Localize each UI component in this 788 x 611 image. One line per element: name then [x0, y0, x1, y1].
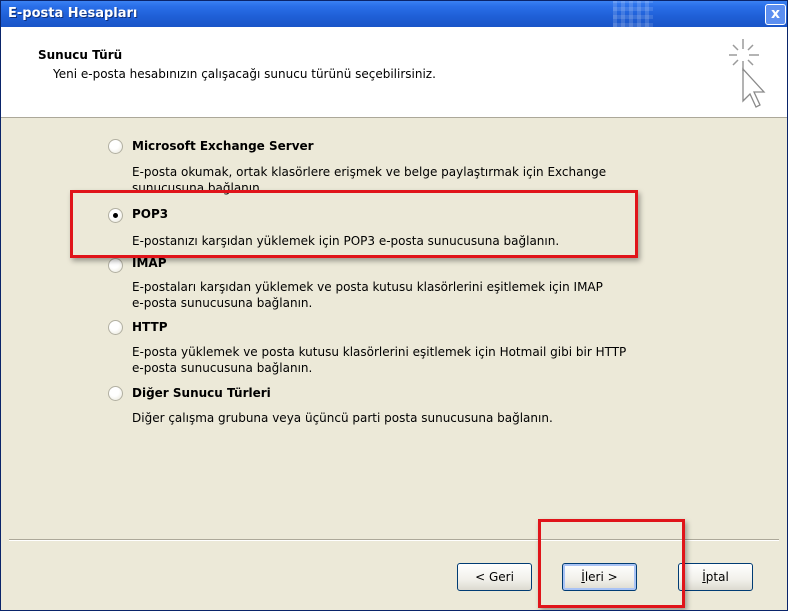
footer-divider — [9, 539, 779, 541]
wizard-cursor-icon — [729, 39, 766, 108]
wizard-header: Sunucu Türü Yeni e-posta hesabınızın çal… — [1, 27, 787, 118]
page-subtitle: Yeni e-posta hesabınızın çalışacağı sunu… — [53, 67, 436, 81]
option-label-imap[interactable]: IMAP — [132, 256, 167, 270]
option-desc-http: E-posta yüklemek ve posta kutusu klasörl… — [132, 344, 692, 376]
option-label-exchange[interactable]: Microsoft Exchange Server — [132, 139, 314, 153]
radio-imap[interactable] — [108, 258, 123, 273]
cancel-button[interactable]: İptal — [678, 563, 753, 591]
title-bar[interactable]: E-posta Hesapları x — [1, 1, 787, 27]
titlebar-decoration — [613, 1, 653, 27]
option-desc-line: Diğer çalışma grubuna veya üçüncü parti … — [132, 411, 553, 425]
page-title: Sunucu Türü — [38, 48, 123, 62]
option-desc-other: Diğer çalışma grubuna veya üçüncü parti … — [132, 410, 692, 426]
option-desc-line: e-posta sunucusuna bağlanın. — [132, 361, 313, 375]
radio-http[interactable] — [108, 320, 123, 335]
option-desc-exchange: E-posta okumak, ortak klasörlere erişmek… — [132, 164, 692, 196]
wizard-body: Microsoft Exchange Server E-posta okumak… — [1, 118, 787, 538]
radio-pop3[interactable] — [108, 208, 123, 223]
close-button[interactable]: x — [765, 4, 786, 25]
radio-exchange[interactable] — [108, 139, 123, 154]
option-label-other[interactable]: Diğer Sunucu Türleri — [132, 386, 271, 400]
option-label-pop3[interactable]: POP3 — [132, 207, 168, 221]
option-desc-line: E-postaları karşıdan yüklemek ve posta k… — [132, 280, 603, 294]
cancel-button-label: ptal — [705, 570, 729, 584]
email-accounts-dialog: E-posta Hesapları x Sunucu Türü Yeni e-p… — [0, 0, 788, 611]
option-label-http[interactable]: HTTP — [132, 320, 167, 334]
next-button[interactable]: İleri > — [562, 563, 637, 591]
option-desc-line: E-posta yüklemek ve posta kutusu klasörl… — [132, 345, 627, 359]
option-desc-line: E-posta okumak, ortak klasörlere erişmek… — [132, 165, 607, 179]
option-desc-imap: E-postaları karşıdan yüklemek ve posta k… — [132, 279, 692, 311]
next-button-label: leri > — [584, 570, 618, 584]
window-title: E-posta Hesapları — [8, 6, 138, 21]
option-desc-line: E-postanızı karşıdan yüklemek için POP3 … — [132, 234, 560, 248]
option-desc-line: e-posta sunucusuna bağlanın. — [132, 296, 313, 310]
radio-other[interactable] — [108, 386, 123, 401]
radio-selected-dot — [113, 213, 118, 218]
back-button[interactable]: < Geri — [457, 563, 532, 591]
option-desc-line: sunucusuna bağlanın. — [132, 181, 264, 195]
option-desc-pop3: E-postanızı karşıdan yüklemek için POP3 … — [132, 233, 692, 249]
